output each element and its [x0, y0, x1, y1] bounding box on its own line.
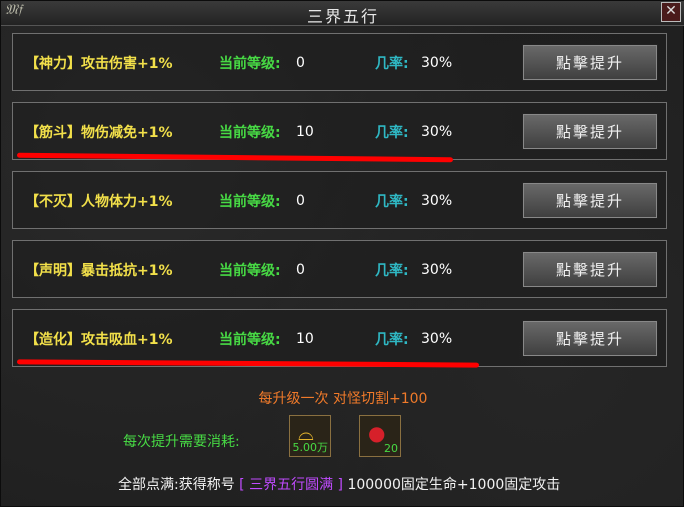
attribute-name: 不灭: [39, 194, 67, 210]
bracket-open: 【: [25, 194, 39, 210]
reward-title: [ 三界五行圆满 ]: [239, 477, 343, 493]
current-level-value: 0: [296, 193, 305, 209]
upgrade-button[interactable]: 點擊提升: [522, 113, 658, 150]
bracket-close: 】: [67, 56, 81, 72]
bracket-close: 】: [67, 332, 81, 348]
attribute-name: 声明: [39, 263, 67, 279]
rate-label: 几率:: [375, 332, 409, 348]
upgrade-row-bumie: 【不灭】人物体力+1% 当前等级: 0 几率: 30% 點擊提升: [12, 171, 667, 229]
rate-label: 几率:: [375, 56, 409, 72]
upgrade-row-zaohua: 【造化】攻击吸血+1% 当前等级: 10 几率: 30% 點擊提升: [12, 309, 667, 367]
three-realms-window: 𝔐𝔣 三界五行 ✕ 【神力】攻击伤害+1% 当前等级: 0 几率: 30% 點擊…: [0, 0, 684, 507]
attribute-effect: 攻击吸血+1%: [81, 332, 173, 348]
current-level-value: 10: [296, 331, 314, 347]
rate-value: 30%: [421, 331, 453, 347]
current-level-label: 当前等级:: [219, 125, 281, 141]
attribute-effect: 暴击抵抗+1%: [81, 263, 173, 279]
completion-reward-text: 全部点满:获得称号 [ 三界五行圆满 ] 100000固定生命+1000固定攻击: [118, 474, 560, 494]
attribute-label: 【不灭】人物体力+1%: [25, 191, 173, 211]
rate-value: 30%: [421, 262, 453, 278]
rate-value: 30%: [421, 124, 453, 140]
upgrade-button[interactable]: 點擊提升: [522, 182, 658, 219]
current-level-label: 当前等级:: [219, 332, 281, 348]
upgrade-row-shengming: 【声明】暴击抵抗+1% 当前等级: 0 几率: 30% 點擊提升: [12, 240, 667, 298]
upgrade-row-jindou: 【筋斗】物伤减免+1% 当前等级: 10 几率: 30% 點擊提升: [12, 102, 667, 160]
rate-label: 几率:: [375, 263, 409, 279]
current-level-label: 当前等级:: [219, 56, 281, 72]
bracket-open: 【: [25, 332, 39, 348]
current-level-label: 当前等级:: [219, 263, 281, 279]
current-level-label: 当前等级:: [219, 194, 281, 210]
title-bar: 𝔐𝔣 三界五行 ✕: [1, 1, 684, 26]
attribute-label: 【造化】攻击吸血+1%: [25, 329, 173, 349]
reward-suffix: 100000固定生命+1000固定攻击: [343, 477, 561, 493]
attribute-name: 神力: [39, 56, 67, 72]
rate-label: 几率:: [375, 125, 409, 141]
attribute-effect: 攻击伤害+1%: [81, 56, 173, 72]
bracket-close: 】: [67, 194, 81, 210]
cost-slot-gold[interactable]: ⌓ 5.00万: [289, 415, 331, 457]
cost-amount: 20: [384, 442, 398, 455]
upgrade-button[interactable]: 點擊提升: [522, 320, 658, 357]
window-title: 三界五行: [306, 7, 379, 26]
rate-label: 几率:: [375, 194, 409, 210]
rate-value: 30%: [421, 55, 453, 71]
attribute-name: 筋斗: [39, 125, 67, 141]
attribute-name: 造化: [39, 332, 67, 348]
close-icon[interactable]: ✕: [661, 2, 681, 22]
attribute-label: 【筋斗】物伤减免+1%: [25, 122, 173, 142]
attribute-effect: 人物体力+1%: [81, 194, 173, 210]
rate-value: 30%: [421, 193, 453, 209]
upgrade-row-shenli: 【神力】攻击伤害+1% 当前等级: 0 几率: 30% 點擊提升: [12, 33, 667, 91]
cost-slot-orb[interactable]: ● 20: [359, 415, 401, 457]
upgrade-info-text: 每升级一次 对怪切割+100: [258, 391, 428, 407]
red-orb-icon: ●: [368, 421, 386, 445]
attribute-effect: 物伤减免+1%: [81, 125, 173, 141]
bracket-close: 】: [67, 125, 81, 141]
attribute-label: 【神力】攻击伤害+1%: [25, 53, 173, 73]
cost-label: 每次提升需要消耗:: [123, 434, 240, 450]
bracket-close: 】: [67, 263, 81, 279]
bracket-open: 【: [25, 125, 39, 141]
current-level-value: 10: [296, 124, 314, 140]
bracket-open: 【: [25, 263, 39, 279]
upgrade-button[interactable]: 點擊提升: [522, 44, 658, 81]
current-level-value: 0: [296, 55, 305, 71]
bracket-open: 【: [25, 56, 39, 72]
reward-prefix: 全部点满:获得称号: [118, 477, 240, 493]
upgrade-button[interactable]: 點擊提升: [522, 251, 658, 288]
current-level-value: 0: [296, 262, 305, 278]
attribute-label: 【声明】暴击抵抗+1%: [25, 260, 173, 280]
cost-amount: 5.00万: [292, 441, 329, 454]
